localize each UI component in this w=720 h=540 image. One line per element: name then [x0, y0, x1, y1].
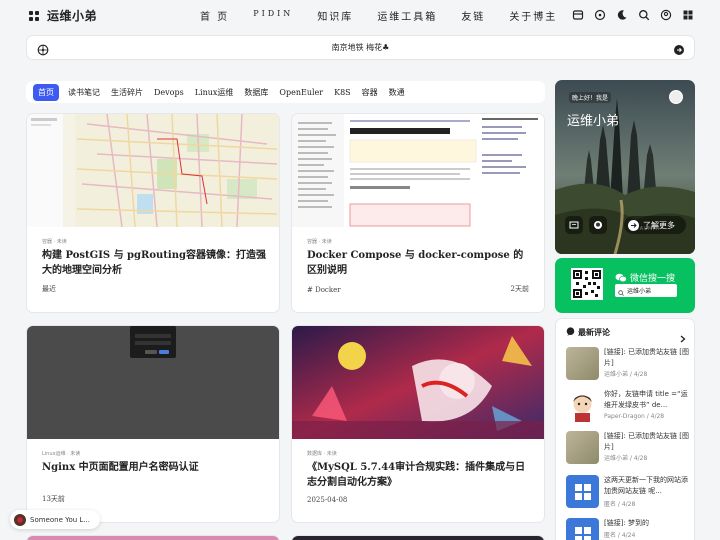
post-card[interactable]: 数据库 · 未读 《MySQL 5.7.44审计合规实践：插件集成与日志分割自动… — [291, 325, 545, 523]
post-card-peek[interactable] — [291, 535, 545, 540]
comment-item[interactable]: [链接]: 梦到的 匿名 / 4/24 — [566, 518, 692, 540]
category-linux[interactable]: Linux运维 — [195, 87, 234, 98]
hero-greeting: 晚上好！我是 — [569, 92, 612, 103]
wechat-search-box[interactable]: 运维小弟 — [615, 284, 677, 297]
player-title: Someone You L... — [30, 515, 90, 524]
social-links — [565, 216, 607, 234]
author-card: 晚上好！我是 运维小弟 HALMAI 了解更多 — [555, 80, 695, 254]
notice-text[interactable]: 南京地铁 梅花♣ — [27, 42, 694, 53]
post-card[interactable]: 容器 · 未读 构建 PostGIS 与 pgRouting容器镜像：打造强大的… — [26, 113, 280, 313]
site-title[interactable]: 运维小弟 — [47, 7, 97, 24]
nav-friends[interactable]: 友链 — [461, 8, 485, 23]
comment-text[interactable]: [链接]: 已添加贵站友链 [图片] — [604, 347, 692, 369]
arrow-right-icon[interactable] — [673, 41, 685, 60]
category-database[interactable]: 数据库 — [244, 87, 268, 98]
category-devops[interactable]: Devops — [154, 88, 184, 97]
comment-item[interactable]: 这两天更新一下我的网站添加贵网站友链 呢... 匿名 / 4/28 — [566, 475, 692, 511]
comment-text[interactable]: 你好，友链申请 title =“运维开发绿皮书” de... — [604, 389, 692, 411]
comment-icon — [566, 327, 575, 338]
category-container[interactable]: 容器 — [362, 87, 378, 98]
post-meta: 容器 · 未读 — [42, 239, 67, 245]
post-meta: 容器 · 未读 — [307, 239, 332, 245]
comment-avatar — [566, 518, 599, 540]
category-life[interactable]: 生活碎片 — [111, 87, 143, 98]
comments-heading-row: 最新评论 — [566, 327, 610, 338]
archive-icon[interactable] — [572, 9, 584, 21]
post-date: 13天前 — [42, 495, 65, 503]
comment-item[interactable]: [链接]: 已添加贵站友链 [图片] 运维小弟 / 4/28 — [566, 431, 692, 467]
post-title[interactable]: Docker Compose 与 docker-compose 的区别说明 — [307, 248, 532, 278]
wechat-search-text: 运维小弟 — [627, 288, 652, 295]
comment-text[interactable]: [链接]: 梦到的 — [604, 518, 692, 529]
chevron-right-icon[interactable] — [680, 328, 686, 347]
comment-author: Paper-Dragon / 4/28 — [604, 413, 665, 420]
arrow-right-icon — [628, 219, 639, 231]
comment-item[interactable]: 你好，友链申请 title =“运维开发绿皮书” de... Paper-Dra… — [566, 389, 692, 425]
comment-author: 运维小弟 / 4/28 — [604, 371, 648, 378]
comment-text[interactable]: 这两天更新一下我的网站添加贵网站友链 呢... — [604, 475, 692, 497]
post-tag[interactable]: # Docker — [307, 286, 341, 294]
nav-pidin[interactable]: PIDIN — [253, 8, 293, 23]
brand[interactable]: 运维小弟 — [29, 7, 97, 24]
wechat-card[interactable]: 微信搜一搜 运维小弟 — [555, 258, 695, 313]
notice-bar[interactable]: 南京地铁 梅花♣ — [26, 35, 695, 60]
avatar[interactable] — [669, 90, 683, 104]
comments-heading: 最新评论 — [578, 328, 610, 337]
github-icon[interactable] — [589, 216, 607, 234]
album-disc-icon[interactable] — [14, 513, 26, 526]
category-home[interactable]: 首页 — [33, 83, 59, 101]
card-icon[interactable] — [565, 216, 583, 234]
grid-icon[interactable] — [682, 9, 694, 21]
post-meta: 数据库 · 未读 — [307, 451, 337, 457]
comment-avatar — [566, 347, 599, 380]
post-thumbnail[interactable] — [292, 326, 544, 439]
comment-item[interactable]: [链接]: 已添加贵站友链 [图片] 运维小弟 / 4/28 — [566, 347, 692, 383]
comment-author: 匿名 / 4/28 — [604, 501, 636, 508]
category-reading[interactable]: 读书笔记 — [68, 87, 100, 98]
hero-name: 运维小弟 — [567, 114, 620, 129]
comment-author: 运维小弟 / 4/28 — [604, 455, 648, 462]
post-title[interactable]: Nginx 中页面配置用户名密码认证 — [42, 460, 267, 475]
search-icon — [618, 281, 624, 300]
post-date: 2天前 — [510, 285, 529, 293]
wechat-title: 微信搜一搜 — [630, 274, 676, 284]
category-bar: 首页 读书笔记 生活碎片 Devops Linux运维 数据库 OpenEule… — [26, 81, 545, 103]
music-player[interactable]: Someone You L... — [10, 510, 100, 529]
comment-avatar — [566, 431, 599, 464]
user-icon[interactable] — [660, 9, 672, 21]
post-thumbnail[interactable] — [27, 326, 279, 439]
post-thumbnail[interactable] — [27, 114, 279, 227]
post-card[interactable]: 容器 · 未读 Docker Compose 与 docker-compose … — [291, 113, 545, 313]
nav-knowledge[interactable]: 知识库 — [317, 8, 353, 23]
nav-about[interactable]: 关于博主 — [509, 8, 557, 23]
post-card-peek[interactable] — [26, 535, 280, 540]
nav-toolbox[interactable]: 运维工具箱 — [377, 8, 437, 23]
comment-avatar — [566, 475, 599, 508]
post-thumbnail[interactable] — [292, 114, 544, 227]
search-icon[interactable] — [638, 9, 650, 21]
post-date: 2025-04-08 — [307, 496, 348, 504]
post-meta: Linux运维 · 未读 — [42, 451, 81, 457]
apps-icon[interactable] — [29, 10, 39, 21]
top-navbar: 运维小弟 首 页 PIDIN 知识库 运维工具箱 友链 关于博主 — [0, 0, 720, 31]
post-date: 最近 — [42, 285, 56, 293]
qr-code — [571, 268, 603, 300]
toolbar — [572, 9, 694, 21]
post-title[interactable]: 《MySQL 5.7.44审计合规实践：插件集成与日志分割自动化方案》 — [307, 460, 532, 490]
more-label: 了解更多 — [643, 220, 675, 230]
category-openeuler[interactable]: OpenEuler — [279, 88, 323, 97]
post-title[interactable]: 构建 PostGIS 与 pgRouting容器镜像：打造强大的地理空间分析 — [42, 248, 267, 278]
podcast-icon[interactable] — [594, 9, 606, 21]
comment-author: 匿名 / 4/24 — [604, 532, 636, 539]
main-nav: 首 页 PIDIN 知识库 运维工具箱 友链 关于博主 — [200, 8, 581, 23]
post-card[interactable]: Linux运维 · 未读 Nginx 中页面配置用户名密码认证 13天前 — [26, 325, 280, 523]
moon-icon[interactable] — [616, 9, 628, 21]
more-button[interactable]: 了解更多 — [624, 216, 686, 234]
category-datacom[interactable]: 数通 — [389, 87, 405, 98]
comment-text[interactable]: [链接]: 已添加贵站友链 [图片] — [604, 431, 692, 453]
comment-avatar — [566, 389, 599, 422]
latest-comments: 最新评论 [链接]: 已添加贵站友链 [图片] 运维小弟 / 4/28 你好，友… — [555, 318, 695, 540]
nav-home[interactable]: 首 页 — [200, 8, 229, 23]
category-k8s[interactable]: K8S — [334, 88, 351, 97]
